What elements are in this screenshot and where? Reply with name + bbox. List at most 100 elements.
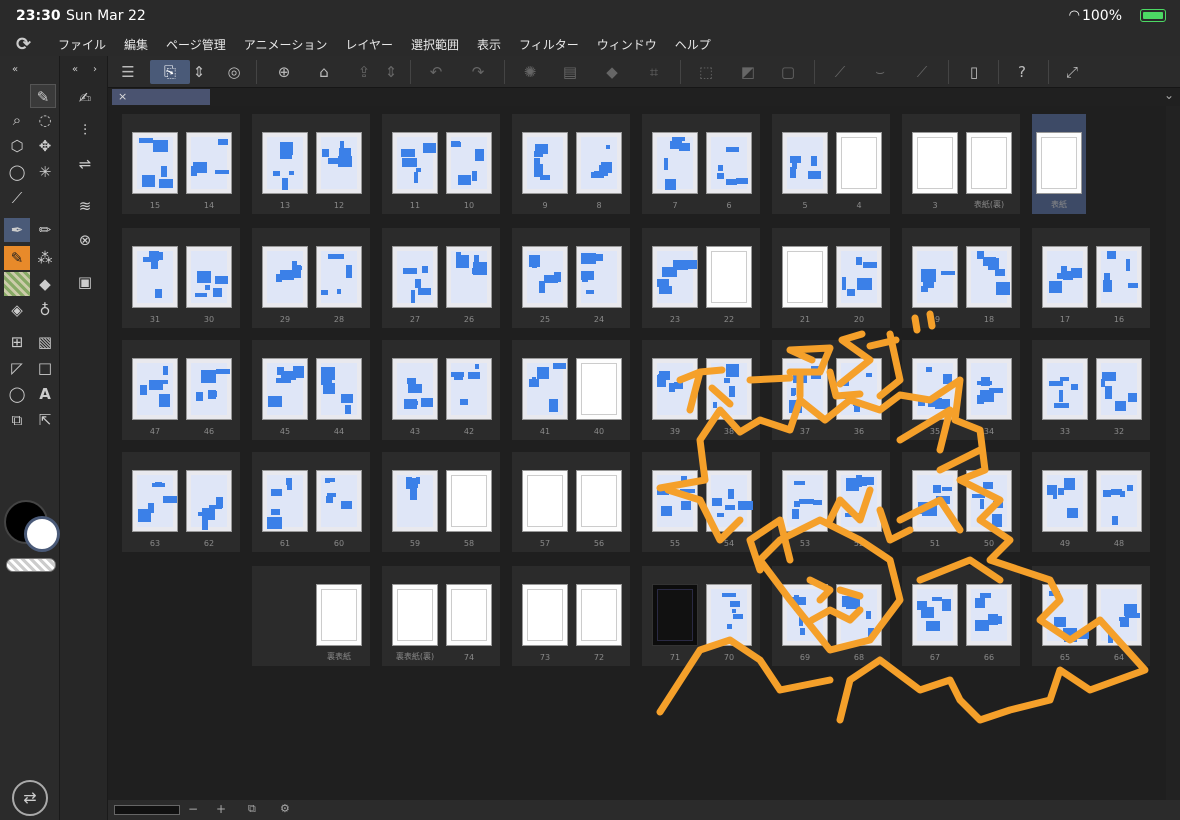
- page-thumbnail[interactable]: [782, 358, 828, 420]
- page-thumbnail[interactable]: [1036, 132, 1082, 194]
- expand-sub-icon[interactable]: ›: [82, 58, 108, 82]
- page-thumbnail[interactable]: [912, 246, 958, 308]
- layers-icon[interactable]: ≋: [72, 194, 98, 218]
- gradient-icon[interactable]: ▧: [32, 330, 58, 354]
- page-thumbnail[interactable]: [576, 470, 622, 532]
- page-spread[interactable]: 69 68: [772, 566, 890, 666]
- ruler-icon[interactable]: ⟋: [826, 60, 854, 84]
- page-thumbnail[interactable]: [652, 246, 698, 308]
- menu-item-1[interactable]: 編集: [124, 36, 148, 53]
- undo-icon[interactable]: ↶: [422, 60, 450, 84]
- move-icon[interactable]: ✥: [32, 134, 58, 158]
- pen-icon[interactable]: ✒: [4, 218, 30, 242]
- fill-icon[interactable]: ◆: [598, 60, 626, 84]
- decoration-icon[interactable]: [4, 272, 30, 296]
- menu-item-4[interactable]: レイヤー: [345, 36, 393, 53]
- page-thumbnail[interactable]: [912, 584, 958, 646]
- page-thumbnail[interactable]: [262, 470, 308, 532]
- page-spread[interactable]: 39 38: [642, 340, 760, 440]
- page-spread[interactable]: 17 16: [1032, 228, 1150, 328]
- open-folder-icon[interactable]: ⌂: [310, 60, 338, 84]
- page-thumbnail[interactable]: [132, 470, 178, 532]
- page-spread[interactable]: 43 42: [382, 340, 500, 440]
- page-thumbnail[interactable]: [576, 584, 622, 646]
- page-thumbnail[interactable]: [1042, 584, 1089, 646]
- page-thumbnail[interactable]: [186, 246, 232, 308]
- page-spread[interactable]: 37 36: [772, 340, 890, 440]
- redo-icon[interactable]: ↷: [464, 60, 492, 84]
- loading-icon[interactable]: ✺: [516, 60, 544, 84]
- page-thumbnail[interactable]: [262, 246, 308, 308]
- page-spread[interactable]: 49 48: [1032, 452, 1150, 552]
- page-spread[interactable]: 11 10: [382, 114, 500, 214]
- page-thumbnail[interactable]: [446, 246, 492, 308]
- page-spread[interactable]: 21 20: [772, 228, 890, 328]
- frame-icon[interactable]: ⊞: [4, 330, 30, 354]
- page-thumbnail[interactable]: [316, 358, 362, 420]
- invert-icon[interactable]: ◩: [734, 60, 762, 84]
- fill-icon[interactable]: ◈: [4, 298, 30, 322]
- chevron-updown-icon-2[interactable]: ⇕: [384, 60, 398, 84]
- page-spread[interactable]: 裏表紙(裏) 74: [382, 566, 500, 666]
- sliders-icon[interactable]: ⫶: [72, 118, 98, 142]
- page-thumbnail[interactable]: [1042, 246, 1088, 308]
- new-page-icon[interactable]: ⊕: [270, 60, 298, 84]
- page-spread[interactable]: 27 26: [382, 228, 500, 328]
- page-spread[interactable]: 裏表紙: [252, 566, 370, 666]
- page-thumbnail[interactable]: [1096, 584, 1142, 646]
- page-thumbnail[interactable]: [576, 132, 622, 194]
- page-spread[interactable]: 35 34: [902, 340, 1020, 440]
- page-thumbnail[interactable]: [706, 358, 752, 420]
- fit-icon[interactable]: ⧉: [248, 802, 256, 816]
- app-logo-icon[interactable]: ⟳: [16, 34, 38, 55]
- balloon-icon[interactable]: ◯: [4, 382, 30, 406]
- page-thumbnail[interactable]: [186, 132, 232, 194]
- page-thumbnail[interactable]: [706, 470, 753, 532]
- page-spread[interactable]: 71 70: [642, 566, 760, 666]
- page-thumbnail[interactable]: [392, 358, 438, 420]
- menu-icon[interactable]: ☰: [114, 60, 142, 84]
- page-thumbnail[interactable]: [522, 246, 568, 308]
- transparent-color-swatch[interactable]: [6, 558, 56, 572]
- page-thumbnail[interactable]: [966, 246, 1012, 308]
- page-thumbnail[interactable]: [392, 246, 438, 308]
- page-spread[interactable]: 59 58: [382, 452, 500, 552]
- page-spread[interactable]: 19 18: [902, 228, 1020, 328]
- menu-item-5[interactable]: 選択範囲: [411, 36, 459, 53]
- page-thumbnail[interactable]: [706, 132, 752, 194]
- page-spread[interactable]: 51 50: [902, 452, 1020, 552]
- swap-color-icon[interactable]: ⇄: [12, 780, 48, 816]
- brush-stroke-icon[interactable]: ⌣: [866, 60, 894, 84]
- deselect-icon[interactable]: ⬚: [692, 60, 720, 84]
- page-thumbnail[interactable]: [836, 246, 882, 308]
- page-spread[interactable]: 23 22: [642, 228, 760, 328]
- menu-item-6[interactable]: 表示: [477, 36, 501, 53]
- page-thumbnail[interactable]: [446, 470, 492, 532]
- page-thumbnail[interactable]: [782, 132, 828, 194]
- page-thumbnail[interactable]: [392, 132, 438, 194]
- page-thumbnail[interactable]: [522, 584, 568, 646]
- page-thumbnail[interactable]: [446, 132, 492, 194]
- page-spread[interactable]: 61 60: [252, 452, 370, 552]
- page-thumbnail[interactable]: [186, 358, 232, 420]
- page-thumbnail[interactable]: [782, 246, 828, 308]
- edit-page-icon[interactable]: ⎘: [150, 60, 190, 84]
- page-thumbnail[interactable]: [912, 358, 958, 420]
- page-spread[interactable]: 3 表紙(裏): [902, 114, 1020, 214]
- brush-icon[interactable]: ✎: [4, 246, 30, 270]
- menu-item-3[interactable]: アニメーション: [244, 36, 328, 53]
- operation-icon[interactable]: ⇱: [32, 408, 58, 432]
- page-thumbnail[interactable]: [132, 358, 178, 420]
- page-thumbnail[interactable]: [706, 584, 752, 646]
- page-spread[interactable]: 29 28: [252, 228, 370, 328]
- zoom-out-button[interactable]: −: [188, 802, 198, 816]
- page-spread[interactable]: 45 44: [252, 340, 370, 440]
- help-icon[interactable]: ?: [1008, 60, 1036, 84]
- page-spread[interactable]: 33 32: [1032, 340, 1150, 440]
- page-thumbnail[interactable]: [446, 584, 492, 646]
- close-tab-icon[interactable]: ×: [118, 90, 127, 103]
- transform-icon[interactable]: ▤: [556, 60, 584, 84]
- page-thumbnail[interactable]: [912, 132, 958, 194]
- page-spread[interactable]: 53 52: [772, 452, 890, 552]
- zoom-slider[interactable]: [114, 805, 180, 815]
